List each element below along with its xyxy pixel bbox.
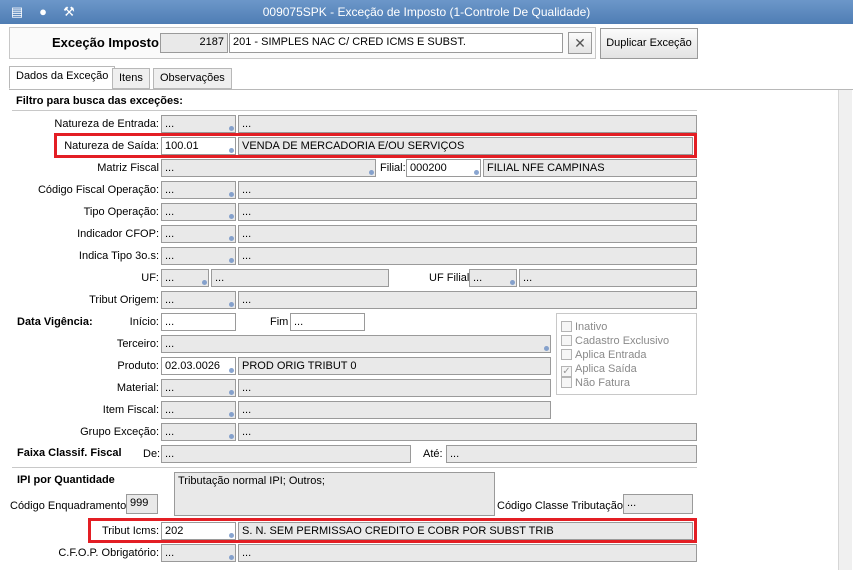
codigo-fiscal-label: Código Fiscal Operação: xyxy=(37,184,159,196)
checkbox-box xyxy=(561,335,572,346)
tribut-origem-label: Tribut Origem: xyxy=(89,294,159,306)
data-vigencia-section: Data Vigência: xyxy=(17,316,93,328)
cfop-obrigatorio-label: C.F.O.P. Obrigatório: xyxy=(58,547,159,559)
faixa-ate-field[interactable]: ... xyxy=(446,445,697,463)
item-fiscal-code[interactable]: ... xyxy=(161,401,236,419)
produto-label: Produto: xyxy=(117,360,159,372)
close-icon: ✕ xyxy=(574,35,586,51)
indica-tipo-code[interactable]: ... xyxy=(161,247,236,265)
tab-dados-excecao[interactable]: Dados da Exceção xyxy=(9,66,116,89)
checkbox-label: Aplica Entrada xyxy=(575,349,647,361)
matriz-fiscal-label: Matriz Fiscal xyxy=(97,162,159,174)
filial-name[interactable]: FILIAL NFE CAMPINAS xyxy=(483,159,697,177)
indicador-cfop-label: Indicador CFOP: xyxy=(77,228,159,240)
checkbox-cadastro-exclusivo[interactable]: Cadastro Exclusivo xyxy=(561,335,669,347)
uf-label: UF: xyxy=(141,272,159,284)
grupo-excecao-code[interactable]: ... xyxy=(161,423,236,441)
tributacao-ipi-field[interactable]: Tributação normal IPI; Outros; xyxy=(174,472,495,516)
faixa-section: Faixa Classif. Fiscal xyxy=(17,447,122,459)
duplicate-exception-button[interactable]: Duplicar Exceção xyxy=(600,28,698,59)
produto-desc[interactable]: PROD ORIG TRIBUT 0 xyxy=(238,357,551,375)
uf-filial-desc[interactable]: ... xyxy=(519,269,697,287)
matriz-fiscal-field[interactable]: ... xyxy=(161,159,376,177)
natureza-entrada-code[interactable]: ... xyxy=(161,115,236,133)
divider xyxy=(12,467,697,468)
material-code[interactable]: ... xyxy=(161,379,236,397)
enquadramento-field[interactable]: 999 xyxy=(126,494,158,514)
checkbox-aplica-entrada[interactable]: Aplica Entrada xyxy=(561,349,647,361)
checkbox-inativo[interactable]: Inativo xyxy=(561,321,607,333)
ipi-section: IPI por Quantidade xyxy=(17,474,115,486)
tab-itens[interactable]: Itens xyxy=(112,68,150,89)
indicador-cfop-code[interactable]: ... xyxy=(161,225,236,243)
indica-tipo-desc[interactable]: ... xyxy=(238,247,697,265)
grupo-excecao-desc[interactable]: ... xyxy=(238,423,697,441)
de-label: De: xyxy=(143,448,161,460)
codigo-fiscal-desc[interactable]: ... xyxy=(238,181,697,199)
uf-code[interactable]: ... xyxy=(161,269,209,287)
checkbox-label: Inativo xyxy=(575,321,608,333)
exception-code-field[interactable]: 2187 xyxy=(160,33,228,53)
checkbox-box xyxy=(561,321,572,332)
checkbox-nao-fatura[interactable]: Não Fatura xyxy=(561,377,630,389)
fim-field[interactable]: ... xyxy=(290,313,365,331)
clear-button[interactable]: ✕ xyxy=(568,32,592,54)
indicador-cfop-desc[interactable]: ... xyxy=(238,225,697,243)
vertical-scrollbar[interactable] xyxy=(838,90,852,570)
highlight-natureza-saida xyxy=(54,133,697,158)
header-label: Exceção Imposto xyxy=(52,35,159,50)
cfop-obrigatorio-code[interactable]: ... xyxy=(161,544,236,562)
highlight-tribut-icms xyxy=(88,518,697,543)
enquadramento-label: Código Enquadramento xyxy=(10,500,127,512)
tipo-operacao-code[interactable]: ... xyxy=(161,203,236,221)
title-bar: ▤ ● ⚒ 009075SPK - Exceção de Imposto (1-… xyxy=(0,0,853,24)
window-title: 009075SPK - Exceção de Imposto (1-Contro… xyxy=(262,5,591,19)
uf-filial-label: UF Filial xyxy=(429,272,470,284)
filter-section-title: Filtro para busca das exceções: xyxy=(16,95,183,107)
terceiro-label: Terceiro: xyxy=(116,338,159,350)
tribut-origem-desc[interactable]: ... xyxy=(238,291,697,309)
checkbox-box xyxy=(561,349,572,360)
uf-filial-code[interactable]: ... xyxy=(469,269,517,287)
inicio-label: Início: xyxy=(129,316,159,328)
terceiro-field[interactable]: ... xyxy=(161,335,551,353)
filial-label: Filial: xyxy=(380,162,406,174)
checkbox-aplica-saida[interactable]: ✓ Aplica Saída xyxy=(561,363,637,377)
uf-desc[interactable]: ... xyxy=(211,269,389,287)
ate-label: Até: xyxy=(423,448,443,460)
indica-tipo-label: Indica Tipo 3o.s: xyxy=(78,250,159,262)
fim-label: Fim xyxy=(270,316,289,328)
natureza-entrada-label: Natureza de Entrada: xyxy=(54,118,159,130)
material-desc[interactable]: ... xyxy=(238,379,551,397)
item-fiscal-label: Item Fiscal: xyxy=(102,404,159,416)
classe-tributacao-field[interactable]: ... xyxy=(623,494,693,514)
grupo-excecao-label: Grupo Exceção: xyxy=(80,426,159,438)
codigo-fiscal-code[interactable]: ... xyxy=(161,181,236,199)
produto-code[interactable]: 02.03.0026 xyxy=(161,357,236,375)
faixa-de-field[interactable]: ... xyxy=(161,445,411,463)
divider xyxy=(12,110,697,111)
checkbox-box xyxy=(561,377,572,388)
checkbox-label: Não Fatura xyxy=(575,377,631,389)
tipo-operacao-desc[interactable]: ... xyxy=(238,203,697,221)
cfop-obrigatorio-desc[interactable]: ... xyxy=(238,544,697,562)
classe-tributacao-label: Código Classe Tributação xyxy=(497,500,623,512)
tipo-operacao-label: Tipo Operação: xyxy=(83,206,159,218)
checkbox-label: Aplica Saída xyxy=(575,363,637,375)
material-label: Material: xyxy=(116,382,159,394)
check-icon: ✓ xyxy=(561,366,572,377)
natureza-entrada-desc[interactable]: ... xyxy=(238,115,697,133)
item-fiscal-desc[interactable]: ... xyxy=(238,401,551,419)
filial-code[interactable]: 000200 xyxy=(406,159,481,177)
checkbox-label: Cadastro Exclusivo xyxy=(575,335,670,347)
exception-description-field[interactable]: 201 - SIMPLES NAC C/ CRED ICMS E SUBST. xyxy=(229,33,563,53)
tribut-origem-code[interactable]: ... xyxy=(161,291,236,309)
inicio-field[interactable]: ... xyxy=(161,313,236,331)
tab-observacoes[interactable]: Observações xyxy=(153,68,232,89)
